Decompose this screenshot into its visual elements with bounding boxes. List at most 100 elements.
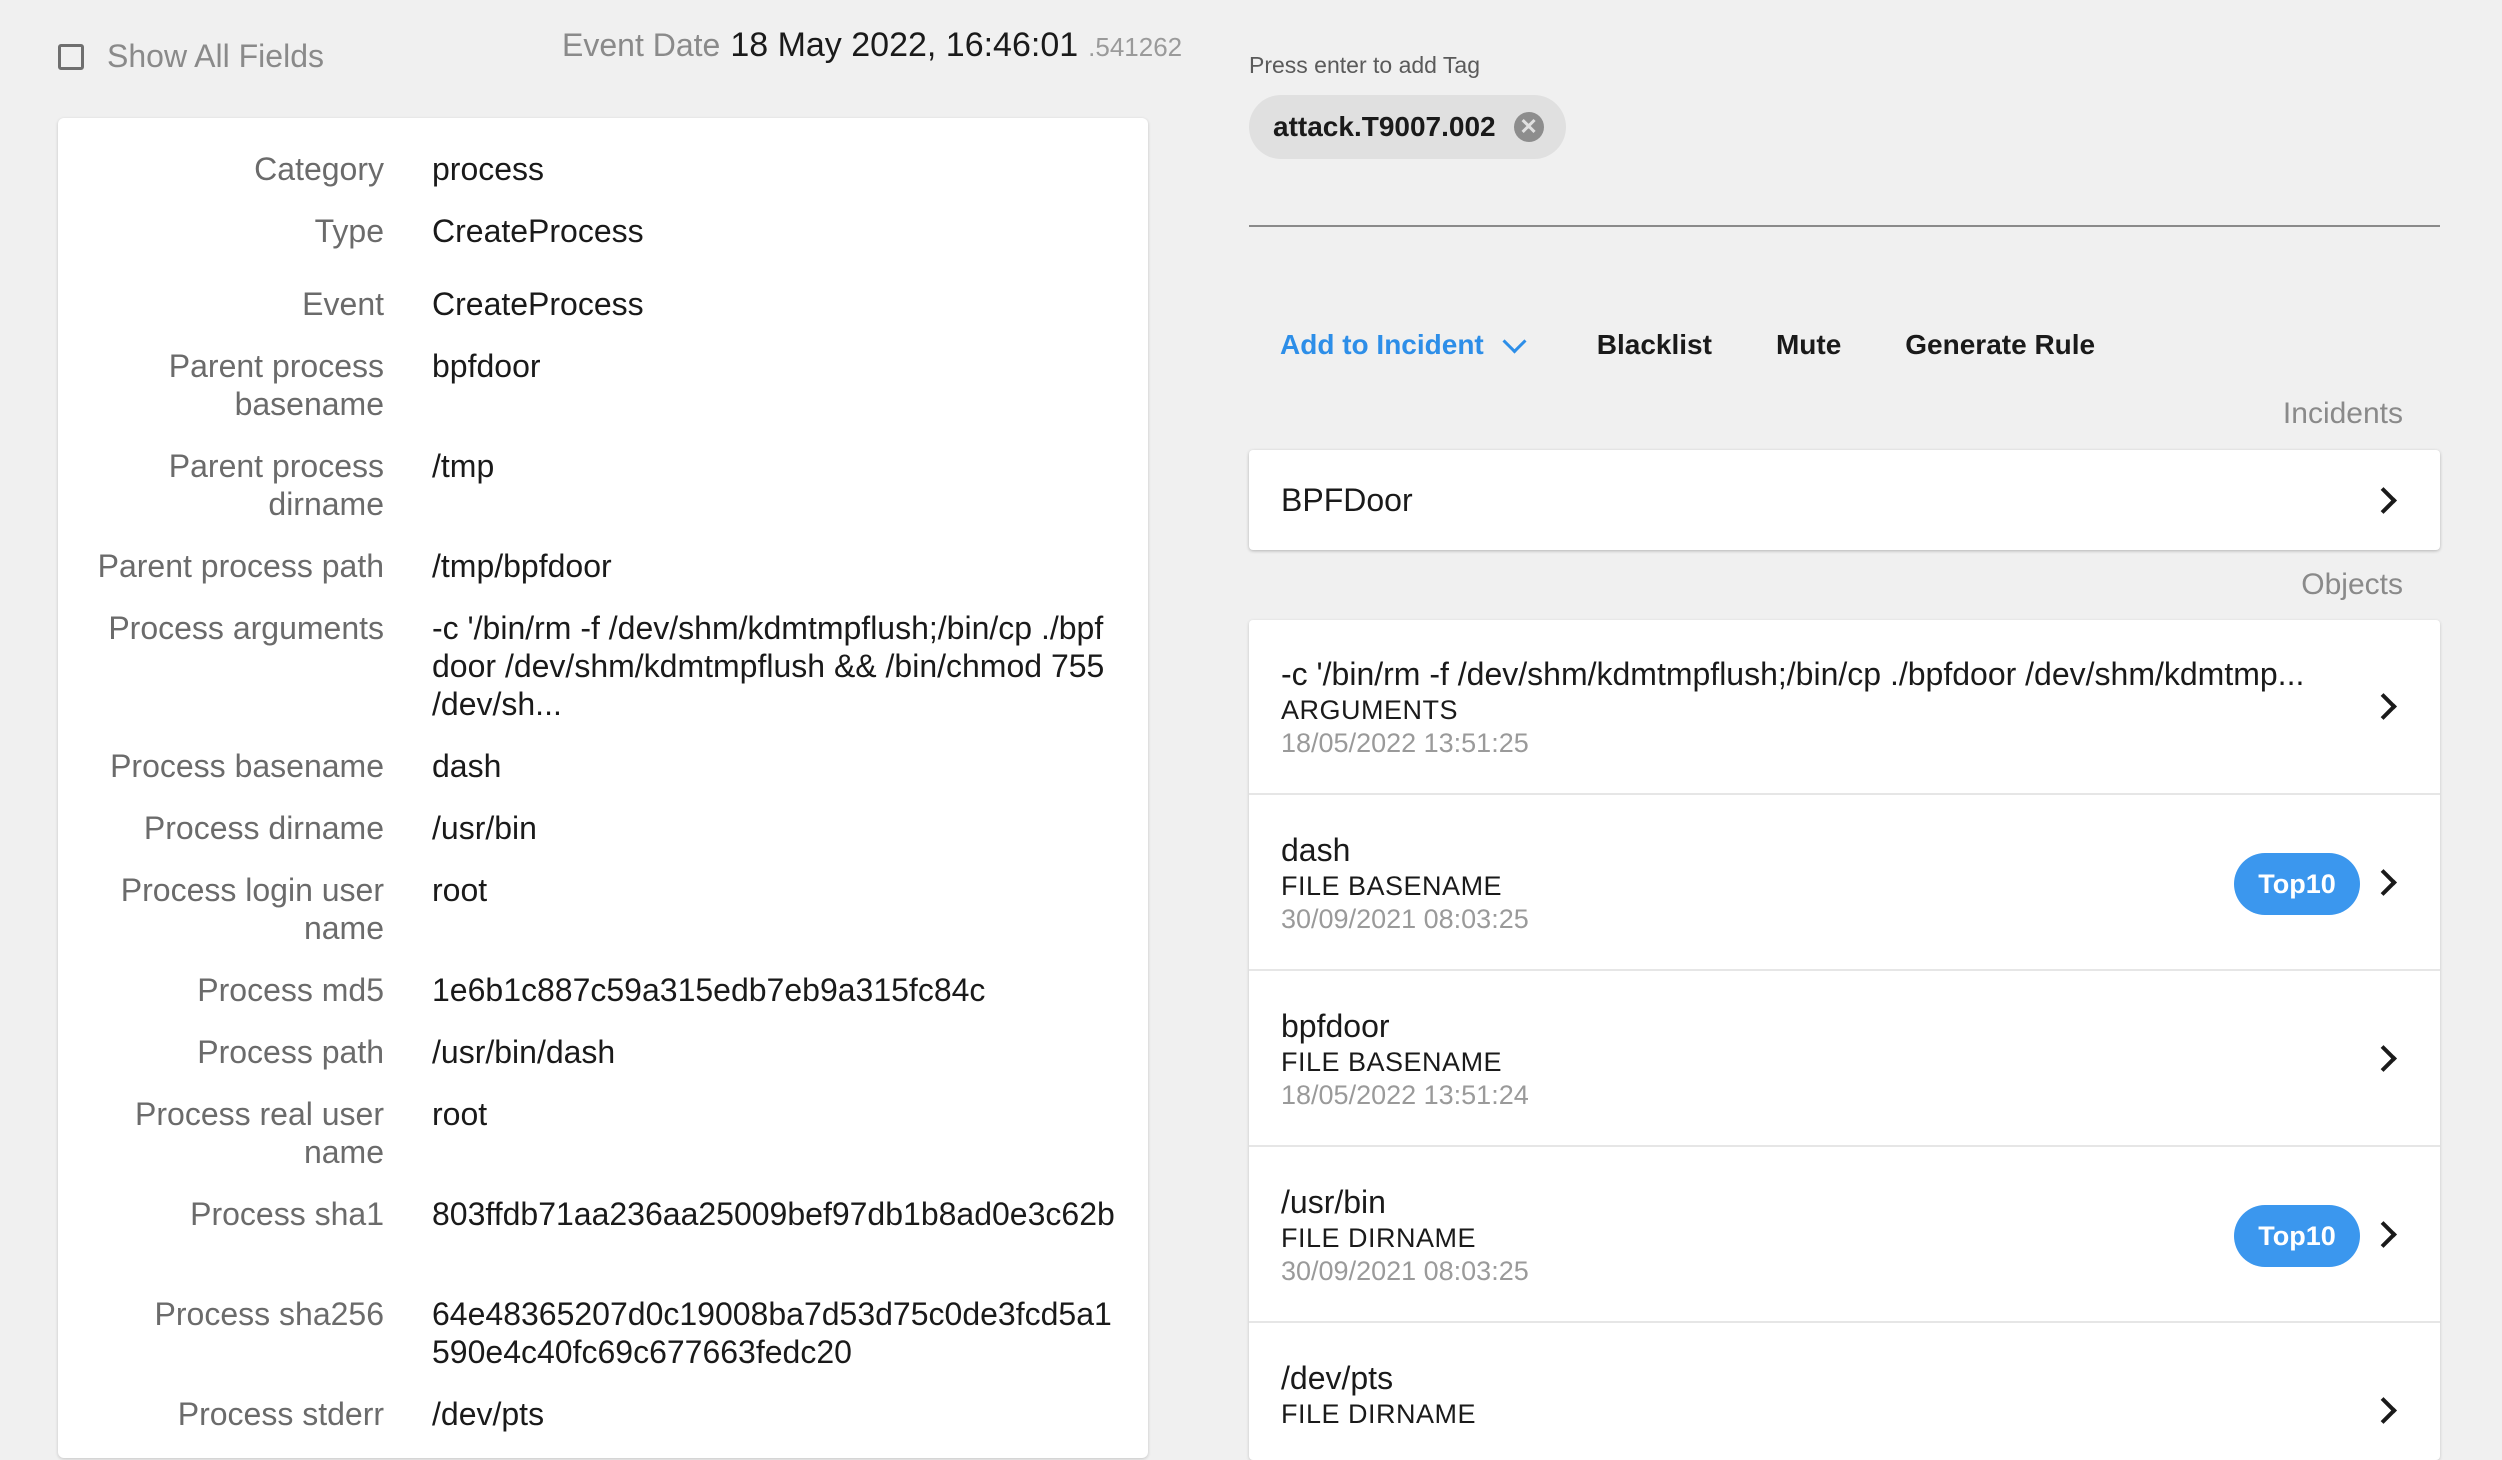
object-date: 30/09/2021 08:03:25 (1281, 904, 1529, 934)
event-date: Event Date 18 May 2022, 16:46:01 .541262 (562, 26, 1182, 65)
field-value: /tmp (432, 448, 495, 484)
field-row-event: Event CreateProcess (58, 285, 1148, 323)
object-title: /dev/pts (1281, 1360, 1394, 1396)
chevron-right-icon (2370, 1045, 2397, 1072)
field-label: Type (314, 213, 384, 249)
field-label: Process arguments (108, 610, 384, 646)
add-to-incident-label: Add to Incident (1280, 329, 1484, 360)
field-row-process-path: Process path /usr/bin/dash (58, 1033, 1148, 1071)
object-date: 18/05/2022 13:51:25 (1281, 728, 1529, 758)
object-title: -c '/bin/rm -f /dev/shm/kdmtmpflush;/bin… (1281, 656, 2305, 692)
field-value: root (432, 1096, 488, 1132)
tag-input-field[interactable] (1249, 225, 2440, 227)
field-label: Process sha256 (154, 1296, 384, 1332)
field-row-parent-process-path: Parent process path /tmp/bpfdoor (58, 547, 1148, 585)
field-row-type: Type CreateProcess (58, 212, 1148, 250)
field-row-category: Category process (58, 150, 1148, 188)
field-value: /usr/bin (432, 810, 537, 846)
field-value: 1e6b1c887c59a315edb7eb9a315fc84c (432, 972, 986, 1008)
chevron-right-icon (2370, 1397, 2397, 1424)
chevron-right-icon (2370, 1221, 2397, 1248)
field-value: 64e48365207d0c19008ba7d53d75c0de3fcd5a15… (432, 1296, 1112, 1370)
field-value: /usr/bin/dash (432, 1034, 616, 1070)
field-row-process-md5: Process md5 1e6b1c887c59a315edb7eb9a315f… (58, 971, 1148, 1009)
show-all-fields-toggle[interactable]: Show All Fields (58, 38, 324, 75)
object-type: ARGUMENTS (1281, 695, 1459, 725)
field-value: 803ffdb71aa236aa25009bef97db1b8ad0e3c62b (432, 1196, 1115, 1232)
object-item[interactable]: -c '/bin/rm -f /dev/shm/kdmtmpflush;/bin… (1249, 620, 2440, 795)
tag-chip-label: attack.T9007.002 (1273, 111, 1496, 142)
field-row-parent-process-basename: Parent process basename bpfdoor (58, 347, 1148, 423)
field-row-process-arguments: Process arguments -c '/bin/rm -f /dev/sh… (58, 609, 1148, 723)
field-label: Parent process basename (168, 348, 384, 422)
field-row-process-sha1: Process sha1 803ffdb71aa236aa25009bef97d… (58, 1195, 1148, 1233)
object-item[interactable]: /dev/pts FILE DIRNAME (1249, 1324, 2440, 1460)
top10-badge: Top10 (2234, 1205, 2360, 1267)
mute-button[interactable]: Mute (1776, 329, 1841, 361)
field-value: root (432, 872, 488, 908)
field-label: Process real user name (135, 1096, 384, 1170)
field-value: process (432, 151, 545, 187)
event-date-microseconds: .541262 (1088, 32, 1183, 62)
field-value: /dev/pts (432, 1396, 545, 1432)
field-label: Process path (197, 1034, 384, 1070)
field-value: /tmp/bpfdoor (432, 548, 612, 584)
field-label: Parent process path (97, 548, 384, 584)
field-row-process-real-user-name: Process real user name root (58, 1095, 1148, 1171)
incident-name: BPFDoor (1281, 481, 1413, 518)
field-row-process-dirname: Process dirname /usr/bin (58, 809, 1148, 847)
object-date: 18/05/2022 13:51:24 (1281, 1080, 1529, 1110)
field-value: CreateProcess (432, 213, 644, 249)
field-value: -c '/bin/rm -f /dev/shm/kdmtmpflush;/bin… (432, 610, 1105, 722)
tag-chip[interactable]: attack.T9007.002 ✕ (1249, 95, 1566, 159)
object-type: FILE DIRNAME (1281, 1399, 1477, 1429)
tag-input-hint: Press enter to add Tag (1249, 52, 1480, 78)
object-title: dash (1281, 832, 1351, 868)
generate-rule-button[interactable]: Generate Rule (1905, 329, 2095, 361)
top10-badge: Top10 (2234, 853, 2360, 915)
close-circle-icon[interactable]: ✕ (1513, 112, 1544, 142)
field-label: Process login user name (120, 872, 384, 946)
incidents-section-title: Incidents (2282, 397, 2403, 430)
field-row-process-basename: Process basename dash (58, 747, 1148, 785)
action-bar: Add to Incident Blacklist Mute Generate … (1280, 325, 2095, 365)
field-label: Process dirname (143, 810, 384, 846)
field-row-process-sha256: Process sha256 64e48365207d0c19008ba7d53… (58, 1295, 1148, 1371)
field-label: Process basename (110, 748, 384, 784)
object-item[interactable]: /usr/bin FILE DIRNAME 30/09/2021 08:03:2… (1249, 1148, 2440, 1323)
field-label: Category (254, 151, 384, 187)
field-label: Process md5 (197, 972, 384, 1008)
object-type: FILE DIRNAME (1281, 1223, 1477, 1253)
show-all-fields-checkbox[interactable] (58, 43, 84, 70)
chevron-down-icon (1502, 328, 1527, 354)
objects-list: -c '/bin/rm -f /dev/shm/kdmtmpflush;/bin… (1249, 620, 2440, 1460)
incident-item[interactable]: BPFDoor (1249, 450, 2440, 550)
show-all-fields-label: Show All Fields (107, 38, 324, 74)
chevron-right-icon (2370, 487, 2397, 514)
field-row-process-stderr: Process stderr /dev/pts (58, 1395, 1148, 1433)
chevron-right-icon (2370, 869, 2397, 896)
field-label: Process sha1 (190, 1196, 384, 1232)
field-label: Process stderr (177, 1396, 384, 1432)
field-label: Parent process dirname (168, 448, 384, 522)
event-date-value: 18 May 2022, 16:46:01 (730, 26, 1079, 64)
object-item[interactable]: dash FILE BASENAME 30/09/2021 08:03:25 T… (1249, 796, 2440, 971)
field-value: CreateProcess (432, 286, 644, 322)
add-to-incident-button[interactable]: Add to Incident (1280, 328, 1527, 361)
field-value: bpfdoor (432, 348, 541, 384)
field-value: dash (432, 748, 502, 784)
object-type: FILE BASENAME (1281, 1047, 1503, 1077)
object-title: /usr/bin (1281, 1184, 1386, 1220)
chevron-right-icon (2370, 693, 2397, 720)
event-date-label: Event Date (562, 27, 721, 63)
field-row-process-login-user-name: Process login user name root (58, 871, 1148, 947)
field-label: Event (302, 286, 384, 322)
object-item[interactable]: bpfdoor FILE BASENAME 18/05/2022 13:51:2… (1249, 972, 2440, 1147)
field-row-parent-process-dirname: Parent process dirname /tmp (58, 447, 1148, 523)
object-title: bpfdoor (1281, 1008, 1390, 1044)
objects-section-title: Objects (2301, 568, 2403, 601)
object-date: 30/09/2021 08:03:25 (1281, 1256, 1529, 1286)
object-type: FILE BASENAME (1281, 871, 1503, 901)
event-details-card: Category process Type CreateProcess Even… (58, 118, 1148, 1458)
blacklist-button[interactable]: Blacklist (1597, 329, 1712, 361)
